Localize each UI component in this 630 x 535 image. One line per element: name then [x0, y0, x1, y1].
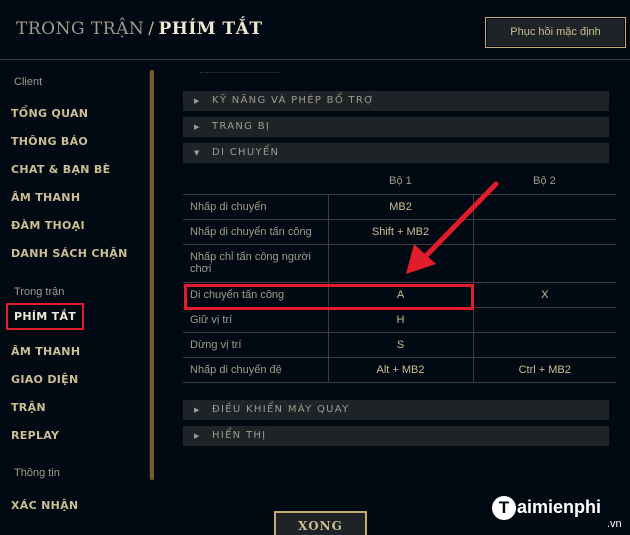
sidebar-item-hotkeys[interactable]: PHÍM TẮT	[6, 303, 85, 330]
sidebar-item-interface[interactable]: GIAO DIỆN	[11, 373, 78, 386]
red-arrow-icon	[406, 181, 499, 274]
triangle-right-icon: ▶	[194, 432, 201, 440]
hotkey-set2[interactable]: X	[472, 282, 616, 308]
sidebar-group-client: Client	[14, 76, 43, 88]
sidebar-group-ingame: Trong trận	[14, 286, 65, 298]
highlight-box	[184, 284, 474, 310]
hotkey-set2[interactable]	[472, 332, 616, 358]
section-title: KỸ NĂNG VÀ PHÉP BỔ TRỢ	[212, 95, 375, 106]
sidebar-scrollbar-thumb[interactable]	[150, 70, 154, 480]
breadcrumb-separator: /	[148, 19, 155, 39]
sidebar: Client TỔNG QUAN THÔNG BÁO CHAT & BẠN BÈ…	[0, 61, 160, 535]
hotkey-label: Nhấp di chuyển đệ	[183, 357, 328, 383]
sidebar-item-replay[interactable]: REPLAY	[11, 429, 59, 442]
section-title: ĐIỀU KHIỂN MÁY QUAY	[212, 404, 350, 415]
section-title: HIỂN THỊ	[212, 430, 267, 441]
sidebar-item-block-list[interactable]: DANH SÁCH CHẶN	[11, 247, 128, 260]
section-items[interactable]: ▶ TRANG BỊ	[183, 117, 609, 137]
watermark-logo-letter: T	[492, 496, 516, 520]
page-title: PHÍM TẮT	[158, 19, 263, 39]
sidebar-item-chat-friends[interactable]: CHAT & BẠN BÈ	[11, 163, 110, 176]
section-abilities[interactable]: ▶ KỸ NĂNG VÀ PHÉP BỔ TRỢ	[183, 91, 609, 111]
watermark-brand: aimienphi	[517, 497, 602, 517]
watermark-logo: T aimienphi .vn	[492, 495, 626, 535]
hotkey-set2[interactable]	[472, 307, 616, 333]
table-row: Nhấp di chuyển đệ Alt + MB2 Ctrl + MB2	[183, 357, 616, 383]
table-row: Giữ vị trí H	[183, 307, 616, 333]
hotkey-label: Dừng vị trí	[183, 332, 328, 358]
header: TRONG TRẬN / PHÍM TẮT Phục hồi mặc định	[0, 0, 630, 60]
hotkey-label: Nhấp di chuyển tấn công	[183, 219, 328, 245]
restore-defaults-button[interactable]: Phục hồi mặc định	[485, 17, 626, 48]
section-movement[interactable]: ▼ DI CHUYỂN	[183, 143, 609, 163]
hotkey-set1[interactable]: S	[327, 332, 473, 358]
hotkey-label: Nhấp chỉ tấn công người chơi	[183, 244, 328, 283]
hotkey-set2[interactable]: Ctrl + MB2	[472, 357, 616, 383]
section-display[interactable]: ▶ HIỂN THỊ	[183, 426, 609, 446]
divider	[200, 72, 280, 75]
breadcrumb-parent[interactable]: TRONG TRẬN	[16, 19, 144, 39]
hotkey-set1[interactable]: H	[327, 307, 473, 333]
triangle-right-icon: ▶	[194, 123, 201, 131]
watermark-tld: .vn	[607, 518, 622, 530]
sidebar-item-overview[interactable]: TỔNG QUAN	[11, 107, 88, 120]
sidebar-item-voice[interactable]: ĐÀM THOẠI	[11, 219, 85, 232]
section-title: DI CHUYỂN	[212, 147, 280, 158]
sidebar-item-game-sound[interactable]: ÂM THANH	[11, 345, 80, 358]
section-title: TRANG BỊ	[212, 121, 271, 132]
sidebar-item-game[interactable]: TRẬN	[11, 401, 46, 414]
breadcrumb: TRONG TRẬN / PHÍM TẮT	[16, 19, 263, 39]
table-header-label	[183, 169, 328, 195]
table-row: Dừng vị trí S	[183, 332, 616, 358]
triangle-right-icon: ▶	[194, 406, 201, 414]
sidebar-item-notifications[interactable]: THÔNG BÁO	[11, 135, 88, 148]
triangle-right-icon: ▶	[194, 97, 201, 105]
sidebar-group-info: Thông tin	[14, 467, 60, 479]
sidebar-item-verify[interactable]: XÁC NHẬN	[11, 499, 78, 512]
done-button[interactable]: XONG	[274, 511, 367, 535]
section-camera[interactable]: ▶ ĐIỀU KHIỂN MÁY QUAY	[183, 400, 609, 420]
triangle-down-icon: ▼	[194, 149, 201, 157]
sidebar-item-client-sound[interactable]: ÂM THANH	[11, 191, 80, 204]
hotkey-label: Giữ vị trí	[183, 307, 328, 333]
hotkey-set1[interactable]: Alt + MB2	[327, 357, 473, 383]
hotkey-label: Nhấp di chuyển	[183, 194, 328, 220]
